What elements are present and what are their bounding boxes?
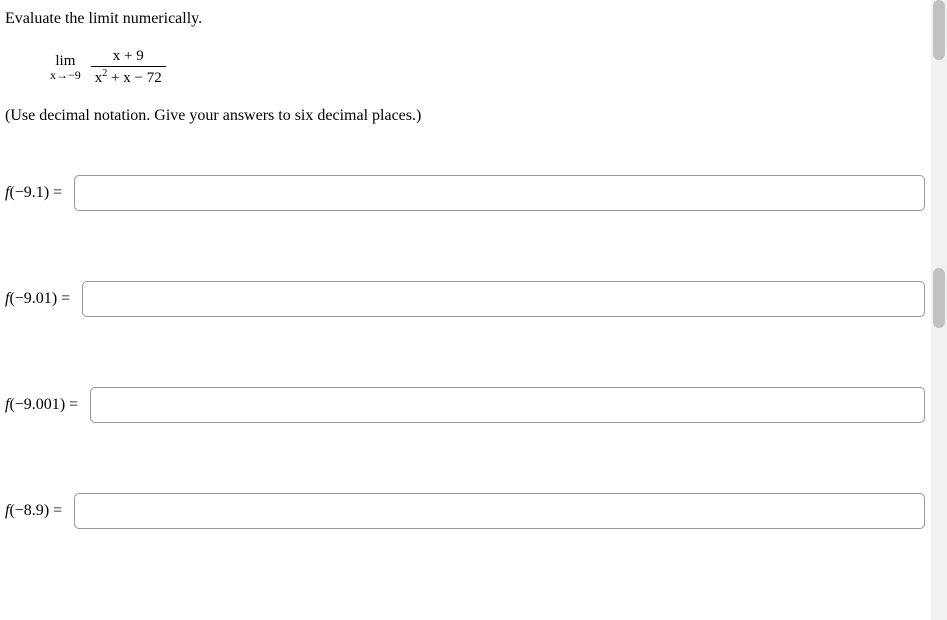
question-text: Evaluate the limit numerically. (5, 10, 925, 28)
fraction-denominator: x2 + x − 72 (91, 66, 166, 87)
fraction-numerator: x + 9 (91, 48, 166, 66)
answer-input-3[interactable] (90, 387, 925, 423)
answer-label-2: f(−9.01)= (5, 290, 70, 308)
answer-row: f(−9.1)= (5, 175, 925, 211)
scroll-thumb[interactable] (933, 268, 945, 328)
answer-input-2[interactable] (82, 281, 925, 317)
answer-row: f(−8.9)= (5, 493, 925, 529)
answer-input-1[interactable] (74, 175, 925, 211)
lim-approach: x→−9 (50, 68, 81, 83)
instruction-text: (Use decimal notation. Give your answers… (5, 107, 925, 125)
answer-row: f(−9.01)= (5, 281, 925, 317)
scrollbar[interactable] (931, 0, 947, 620)
scroll-thumb[interactable] (933, 0, 945, 60)
limit-expression: lim x→−9 x + 9 x2 + x − 72 (50, 48, 166, 87)
answer-label-3: f(−9.001)= (5, 396, 78, 414)
answer-label-4: f(−8.9)= (5, 502, 62, 520)
answer-row: f(−9.001)= (5, 387, 925, 423)
answer-label-1: f(−9.1)= (5, 184, 62, 202)
answer-input-4[interactable] (74, 493, 925, 529)
